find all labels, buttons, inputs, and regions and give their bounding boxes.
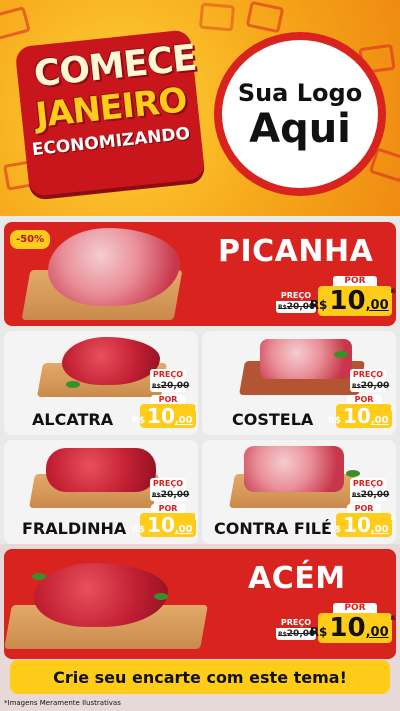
new-price: POR R$ 10 ,00 KG <box>328 504 396 537</box>
product-card-picanha[interactable]: -50% PICANHA PREÇO R$20,00 POR R$ 10 ,00… <box>4 222 396 326</box>
old-price-value: R$20,00 <box>150 489 190 501</box>
cta-banner[interactable]: Crie seu encarte com este tema! <box>10 660 390 694</box>
meat-image-fraldinha <box>46 448 156 492</box>
old-price-value: R$20,00 <box>350 489 390 501</box>
old-price-currency: R$ <box>278 631 287 638</box>
price-unit: KG <box>194 515 198 522</box>
old-price-amount: 20,00 <box>160 490 190 500</box>
old-price-label: PREÇO <box>350 478 386 489</box>
product-name: PICANHA <box>218 234 374 269</box>
price-integer: 10 <box>329 286 366 316</box>
new-price-box: R$ 10 ,00 KG <box>310 286 396 316</box>
price-currency: R$ <box>131 416 146 426</box>
old-price: PREÇO R$20,00 <box>350 478 390 501</box>
price-integer: 10 <box>329 613 366 643</box>
new-price-label: POR <box>151 395 185 404</box>
new-price-label: POR <box>151 504 185 513</box>
old-price-amount: 20,00 <box>360 490 390 500</box>
price-currency: R$ <box>131 525 146 535</box>
price-unit: KG <box>390 288 396 295</box>
old-price-label: PREÇO <box>150 478 186 489</box>
price-currency: R$ <box>327 525 342 535</box>
price-currency: R$ <box>327 416 342 426</box>
product-card-costela[interactable]: COSTELA PREÇO R$20,00 POR R$ 10 ,00 KG <box>202 331 396 435</box>
price-integer: 10 <box>147 404 175 428</box>
campaign-headline: COMECE JANEIRO ECONOMIZANDO <box>14 28 206 197</box>
logo-text-line-2: Aqui <box>249 106 351 152</box>
product-name: FRALDINHA <box>22 519 127 538</box>
new-price-box: R$ 10 ,00 KG <box>132 513 198 537</box>
herb-garnish <box>66 381 80 388</box>
old-price-amount: 20,00 <box>360 381 390 391</box>
new-price-label: POR <box>347 395 381 404</box>
logo-placeholder[interactable]: Sua Logo Aqui <box>214 32 386 196</box>
new-price: POR R$ 10 ,00 KG <box>310 603 396 643</box>
price-decimal: ,00 <box>370 415 389 426</box>
price-integer: 10 <box>343 404 371 428</box>
new-price: POR R$ 10 ,00 KG <box>310 276 396 316</box>
new-price-label: POR <box>347 504 381 513</box>
product-card-alcatra[interactable]: ALCATRA PREÇO R$20,00 POR R$ 10 ,00 KG <box>4 331 198 435</box>
price-unit: KG <box>390 515 396 522</box>
old-price-currency: R$ <box>152 492 161 499</box>
old-price-value: R$20,00 <box>150 380 190 392</box>
product-name: ACÉM <box>248 561 346 596</box>
price-decimal: ,00 <box>365 625 389 640</box>
new-price-box: R$ 10 ,00 KG <box>328 404 396 428</box>
old-price-currency: R$ <box>352 383 361 390</box>
herb-garnish <box>154 593 168 600</box>
old-price-label: PREÇO <box>150 369 186 380</box>
old-price: PREÇO R$20,00 <box>150 478 190 501</box>
meat-image-costela <box>260 339 352 379</box>
new-price: POR R$ 10 ,00 KG <box>328 395 396 428</box>
old-price: PREÇO R$20,00 <box>350 369 390 392</box>
old-price: PREÇO R$20,00 <box>150 369 190 392</box>
new-price-box: R$ 10 ,00 KG <box>310 613 396 643</box>
old-price-currency: R$ <box>152 383 161 390</box>
price-decimal: ,00 <box>365 298 389 313</box>
price-unit: KG <box>390 615 396 622</box>
herb-garnish <box>32 573 46 580</box>
header-banner: COMECE JANEIRO ECONOMIZANDO Sua Logo Aqu… <box>0 0 400 216</box>
price-decimal: ,00 <box>174 415 193 426</box>
product-card-fraldinha[interactable]: FRALDINHA PREÇO R$20,00 POR R$ 10 ,00 KG <box>4 440 198 544</box>
new-price: POR R$ 10 ,00 KG <box>132 504 198 537</box>
discount-badge: -50% <box>10 230 51 249</box>
meat-image-contra-file <box>244 446 344 492</box>
price-decimal: ,00 <box>174 524 193 535</box>
price-currency: R$ <box>309 625 328 639</box>
old-price-amount: 20,00 <box>160 381 190 391</box>
product-card-acem[interactable]: ACÉM PREÇO R$20,00 POR R$ 10 ,00 KG <box>4 549 396 659</box>
product-card-contra-file[interactable]: CONTRA FILÉ PREÇO R$20,00 POR R$ 10 ,00 … <box>202 440 396 544</box>
price-currency: R$ <box>309 298 328 312</box>
new-price-label: POR <box>332 603 378 613</box>
old-price-currency: R$ <box>278 304 287 311</box>
price-integer: 10 <box>147 513 175 537</box>
price-unit: KG <box>390 406 396 413</box>
logo-text-line-1: Sua Logo <box>237 79 363 107</box>
shopping-cart-icon <box>245 0 285 34</box>
new-price-label: POR <box>332 276 378 286</box>
disclaimer-text: *Imagens Meramente Ilustrativas <box>4 699 121 707</box>
new-price: POR R$ 10 ,00 KG <box>132 395 198 428</box>
product-name: CONTRA FILÉ <box>214 519 332 538</box>
herb-garnish <box>346 470 360 477</box>
price-integer: 10 <box>343 513 371 537</box>
price-decimal: ,00 <box>370 524 389 535</box>
product-name: ALCATRA <box>32 410 114 429</box>
old-price-label: PREÇO <box>350 369 386 380</box>
herb-garnish <box>334 351 348 358</box>
new-price-box: R$ 10 ,00 KG <box>328 513 396 537</box>
new-price-box: R$ 10 ,00 KG <box>132 404 198 428</box>
old-price-value: R$20,00 <box>350 380 390 392</box>
product-name: COSTELA <box>232 410 314 429</box>
old-price-currency: R$ <box>352 492 361 499</box>
price-unit: KG <box>194 406 198 413</box>
